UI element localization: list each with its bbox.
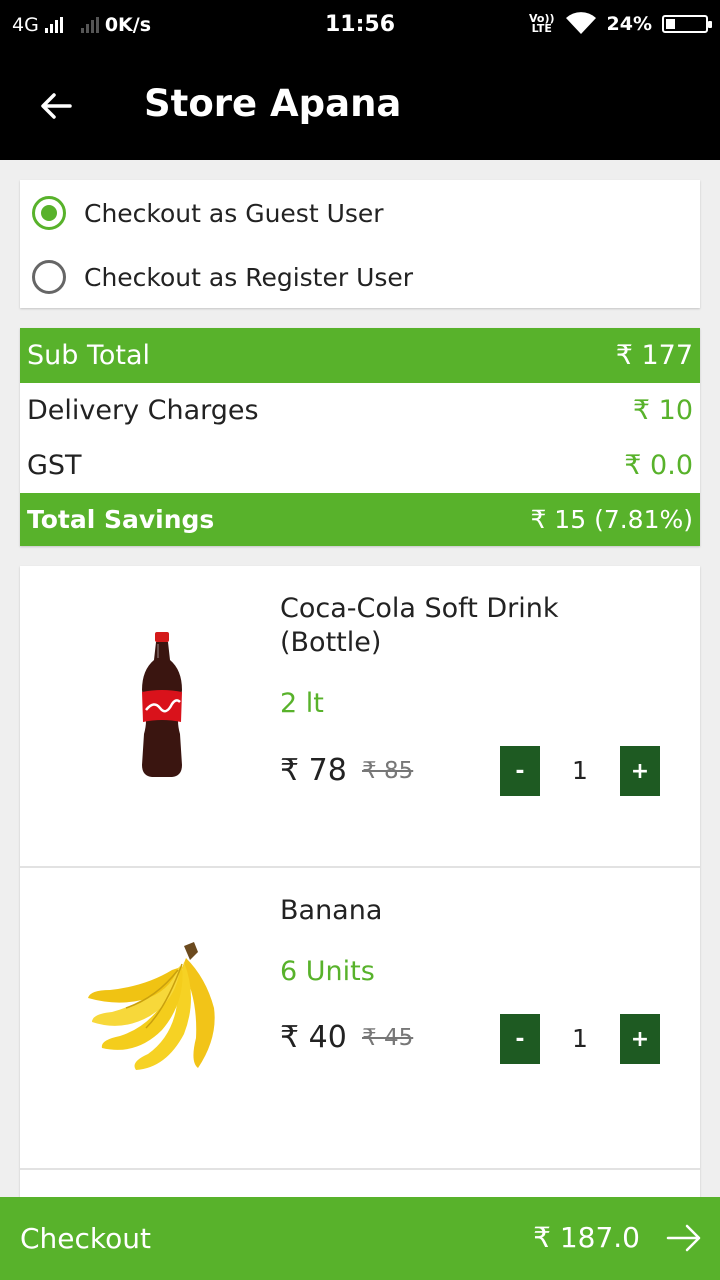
- battery-fill: [666, 19, 675, 29]
- checkout-bar[interactable]: Checkout ₹ 187.0: [0, 1197, 720, 1280]
- checkout-options-card: Checkout as Guest User Checkout as Regis…: [20, 180, 700, 308]
- order-summary: Sub Total ₹ 177 Delivery Charges ₹ 10 GS…: [20, 328, 700, 546]
- delivery-row: Delivery Charges ₹ 10: [20, 383, 700, 438]
- app-title: Store Apana: [144, 82, 402, 125]
- checkout-total: ₹ 187.0: [533, 1221, 640, 1254]
- quantity-count: 1: [572, 1024, 588, 1053]
- quantity-count: 1: [572, 756, 588, 785]
- product-name: Banana: [280, 895, 383, 926]
- product-price: ₹ 40: [280, 1020, 347, 1055]
- delivery-value: ₹ 10: [632, 395, 693, 426]
- status-right: Vo)) LTE 24%: [529, 12, 712, 36]
- delivery-label: Delivery Charges: [27, 395, 259, 426]
- battery-icon: [662, 15, 712, 33]
- arrow-right-icon[interactable]: [666, 1222, 702, 1254]
- product-mrp: ₹ 85: [362, 758, 414, 784]
- wifi-icon: [565, 12, 596, 35]
- increase-quantity-button[interactable]: +: [620, 746, 660, 796]
- gst-label: GST: [27, 450, 82, 481]
- list-item: Banana 6 Units ₹ 40 ₹ 45 - 1 +: [20, 868, 700, 1170]
- product-price: ₹ 78: [280, 753, 347, 788]
- increase-quantity-button[interactable]: +: [620, 1014, 660, 1064]
- app-bar: Store Apana: [0, 52, 720, 160]
- gst-value: ₹ 0.0: [624, 450, 693, 481]
- volte-icon: Vo)) LTE: [529, 13, 555, 35]
- decrease-quantity-button[interactable]: -: [500, 746, 540, 796]
- savings-row: Total Savings ₹ 15 (7.81%): [20, 493, 700, 546]
- decrease-quantity-button[interactable]: -: [500, 1014, 540, 1064]
- back-arrow-icon[interactable]: [36, 86, 76, 126]
- product-name: Coca-Cola Soft Drink (Bottle): [280, 593, 559, 658]
- sub-total-value: ₹ 177: [615, 340, 693, 371]
- sub-total-row: Sub Total ₹ 177: [20, 328, 700, 383]
- radio-checked-icon[interactable]: [32, 196, 66, 230]
- register-user-label: Checkout as Register User: [84, 262, 414, 292]
- sub-total-label: Sub Total: [27, 340, 151, 371]
- savings-label: Total Savings: [27, 505, 215, 534]
- cart-list: Coca-Cola Soft Drink (Bottle) 2 lt ₹ 78 …: [20, 566, 700, 1206]
- checkout-button[interactable]: Checkout: [20, 1222, 151, 1255]
- register-user-option[interactable]: Checkout as Register User: [32, 257, 413, 297]
- status-bar: 4G 0K/s 11:56 Vo)) LTE 24%: [0, 0, 720, 52]
- savings-value: ₹ 15 (7.81%): [530, 505, 693, 534]
- guest-user-option[interactable]: Checkout as Guest User: [32, 193, 384, 233]
- radio-unchecked-icon[interactable]: [32, 260, 66, 294]
- product-unit: 2 lt: [280, 688, 324, 719]
- product-unit: 6 Units: [280, 956, 375, 987]
- guest-user-label: Checkout as Guest User: [84, 198, 384, 228]
- gst-row: GST ₹ 0.0: [20, 438, 700, 493]
- list-item: Coca-Cola Soft Drink (Bottle) 2 lt ₹ 78 …: [20, 566, 700, 868]
- volte-bottom: LTE: [531, 22, 552, 35]
- banana-image: [88, 942, 215, 1070]
- coca-cola-bottle-image: [142, 632, 182, 777]
- battery-percent: 24%: [606, 13, 652, 35]
- product-mrp: ₹ 45: [362, 1025, 414, 1051]
